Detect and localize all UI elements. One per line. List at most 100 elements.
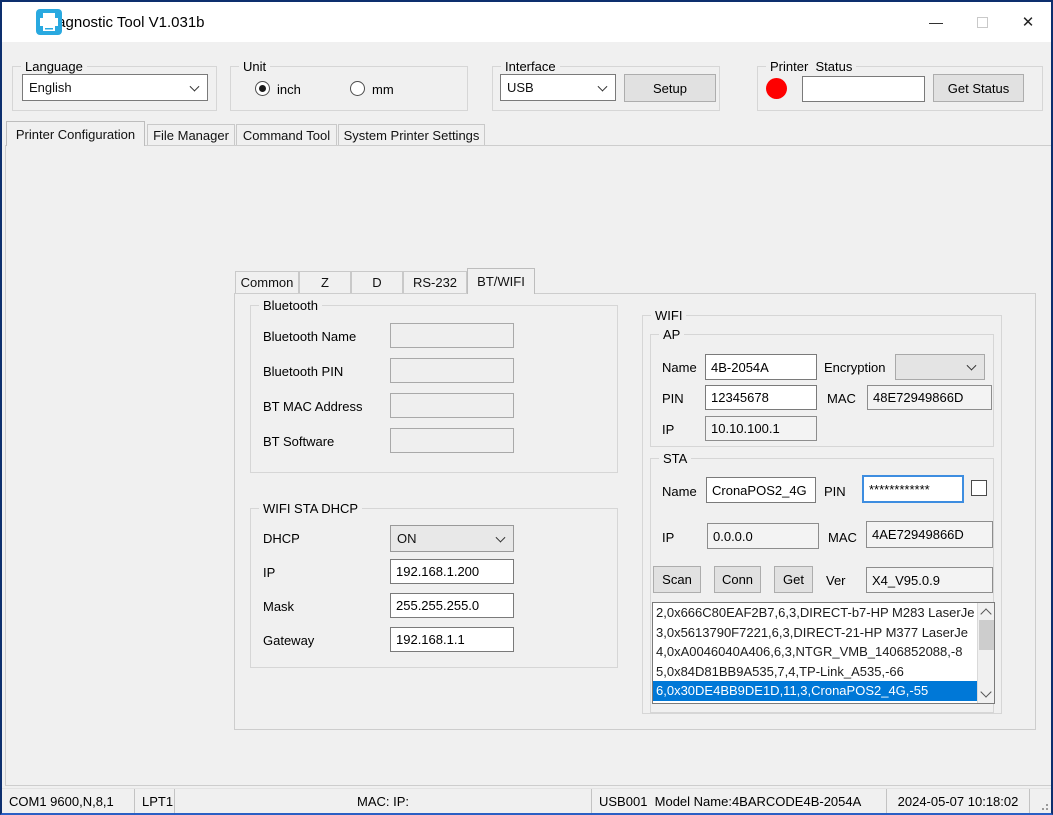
conn-button[interactable]: Conn <box>714 566 761 593</box>
ap-pin-label: PIN <box>662 391 684 406</box>
app-window: Diagnostic Tool V1.031b — ✕ Language Eng… <box>0 0 1053 815</box>
list-item[interactable]: 5,0x84D81BB9A535,7,4,TP-Link_A535,-66 <box>653 662 978 682</box>
status-lpt-port: LPT1 <box>135 789 175 813</box>
ap-mac-label: MAC <box>827 391 856 406</box>
dhcp-select[interactable]: ON <box>390 525 514 552</box>
bt-mac-address-field[interactable] <box>390 393 514 418</box>
tab-command-tool[interactable]: Command Tool <box>236 124 337 146</box>
wifi-get-button[interactable]: Get <box>774 566 813 593</box>
scroll-down-icon[interactable] <box>980 686 992 698</box>
tab-system-printer-settings[interactable]: System Printer Settings <box>338 124 485 146</box>
sta-ip-field[interactable] <box>707 523 819 549</box>
list-item[interactable]: 4,0xA0046040A406,6,3,NTGR_VMB_1406852088… <box>653 642 978 662</box>
unit-mm-radio[interactable] <box>350 81 365 96</box>
tab-file-manager[interactable]: File Manager <box>147 124 235 146</box>
printer-app-icon <box>36 9 62 38</box>
sta-pin-show-checkbox[interactable] <box>971 480 987 496</box>
subtab-z[interactable]: Z <box>299 271 351 293</box>
ver-label: Ver <box>826 573 846 588</box>
ap-mac-field[interactable] <box>867 385 992 410</box>
list-item[interactable]: 3,0x5613790F7221,6,3,DIRECT-21-HP M377 L… <box>653 623 978 643</box>
language-value: English <box>29 80 72 95</box>
radio-dot-icon <box>259 85 266 92</box>
language-legend: Language <box>21 59 87 74</box>
sta-mac-label: MAC <box>828 530 857 545</box>
list-item-selected[interactable]: 6,0x30DE4BB9DE1D,11,3,CronaPOS2_4G,-55 <box>653 681 978 701</box>
minimize-button[interactable]: — <box>913 2 959 42</box>
bluetooth-legend: Bluetooth <box>259 298 322 313</box>
dhcp-ip-field[interactable] <box>390 559 514 584</box>
list-item[interactable]: 2,0x666C80EAF2B7,6,3,DIRECT-b7-HP M283 L… <box>653 603 978 623</box>
chevron-down-icon <box>189 81 200 92</box>
interface-select[interactable]: USB <box>500 74 616 101</box>
sta-pin-label: PIN <box>824 484 846 499</box>
scan-button[interactable]: Scan <box>653 566 701 593</box>
subtab-d[interactable]: D <box>351 271 403 293</box>
scrollbar-thumb[interactable] <box>979 620 994 650</box>
wifi-legend: WIFI <box>651 308 687 323</box>
get-status-button[interactable]: Get Status <box>933 74 1024 102</box>
sta-name-field[interactable] <box>706 477 816 503</box>
window-title: Diagnostic Tool V1.031b <box>43 13 205 31</box>
tab-printer-configuration[interactable]: Printer Configuration <box>6 121 145 146</box>
bluetooth-name-field[interactable] <box>390 323 514 348</box>
language-select[interactable]: English <box>22 74 208 101</box>
status-datetime: 2024-05-07 10:18:02 <box>887 789 1030 813</box>
ap-pin-field[interactable] <box>705 385 817 410</box>
subtab-common[interactable]: Common <box>235 271 299 293</box>
bt-software-label: BT Software <box>263 434 335 449</box>
ap-name-label: Name <box>662 360 697 375</box>
ap-legend: AP <box>659 327 685 342</box>
unit-mm-label[interactable]: mm <box>372 82 394 97</box>
title-bar: Diagnostic Tool V1.031b — ✕ <box>2 2 1051 42</box>
sta-legend: STA <box>659 451 692 466</box>
bluetooth-pin-field[interactable] <box>390 358 514 383</box>
resize-grip[interactable] <box>1038 800 1048 810</box>
bt-mac-address-label: BT MAC Address <box>263 399 363 414</box>
interface-legend: Interface <box>501 59 560 74</box>
status-indicator-icon <box>766 78 787 99</box>
sta-name-label: Name <box>662 484 697 499</box>
sta-mac-field[interactable] <box>866 521 993 548</box>
dhcp-ip-label: IP <box>263 565 276 580</box>
bluetooth-pin-label: Bluetooth PIN <box>263 364 344 379</box>
gateway-field[interactable] <box>390 627 514 652</box>
wifi-sta-dhcp-legend: WIFI STA DHCP <box>259 501 363 516</box>
ap-name-field[interactable] <box>705 354 817 380</box>
dhcp-label: DHCP <box>263 531 300 546</box>
sta-pin-field[interactable] <box>862 475 964 503</box>
list-scrollbar[interactable] <box>977 603 994 703</box>
mask-field[interactable] <box>390 593 514 618</box>
status-mac-ip: MAC: IP: <box>175 789 592 813</box>
wifi-network-list[interactable]: 2,0x666C80EAF2B7,6,3,DIRECT-b7-HP M283 L… <box>652 602 995 704</box>
maximize-icon <box>976 16 988 28</box>
ap-ip-label: IP <box>662 422 675 437</box>
unit-inch-label[interactable]: inch <box>277 82 301 97</box>
sta-ip-label: IP <box>662 530 675 545</box>
unit-legend: Unit <box>239 59 271 74</box>
printer-status-legend: Printer Status <box>766 59 857 74</box>
encryption-label: Encryption <box>824 360 886 375</box>
chevron-down-icon <box>495 532 506 543</box>
mask-label: Mask <box>263 599 295 614</box>
setup-button[interactable]: Setup <box>624 74 716 102</box>
printer-status-field[interactable] <box>802 76 925 102</box>
ap-ip-field[interactable] <box>705 416 817 441</box>
close-button[interactable]: ✕ <box>1005 2 1051 42</box>
status-com-port: COM1 9600,N,8,1 <box>2 789 135 813</box>
bluetooth-name-label: Bluetooth Name <box>263 329 357 344</box>
encryption-select[interactable] <box>895 354 985 380</box>
subtab-rs232[interactable]: RS-232 <box>403 271 467 293</box>
unit-inch-radio[interactable] <box>255 81 270 96</box>
status-usb-model: USB001 Model Name:4BARCODE4B-2054A <box>592 789 887 813</box>
maximize-button[interactable] <box>959 2 1005 42</box>
chevron-down-icon <box>966 360 977 371</box>
chevron-down-icon <box>597 81 608 92</box>
status-bar: COM1 9600,N,8,1 LPT1 MAC: IP: USB001 Mod… <box>2 788 1051 813</box>
ver-field[interactable] <box>866 567 993 593</box>
gateway-label: Gateway <box>263 633 315 648</box>
subtab-btwifi[interactable]: BT/WIFI <box>467 268 535 294</box>
scroll-up-icon[interactable] <box>980 608 992 620</box>
bt-software-field[interactable] <box>390 428 514 453</box>
dhcp-value: ON <box>397 531 417 546</box>
